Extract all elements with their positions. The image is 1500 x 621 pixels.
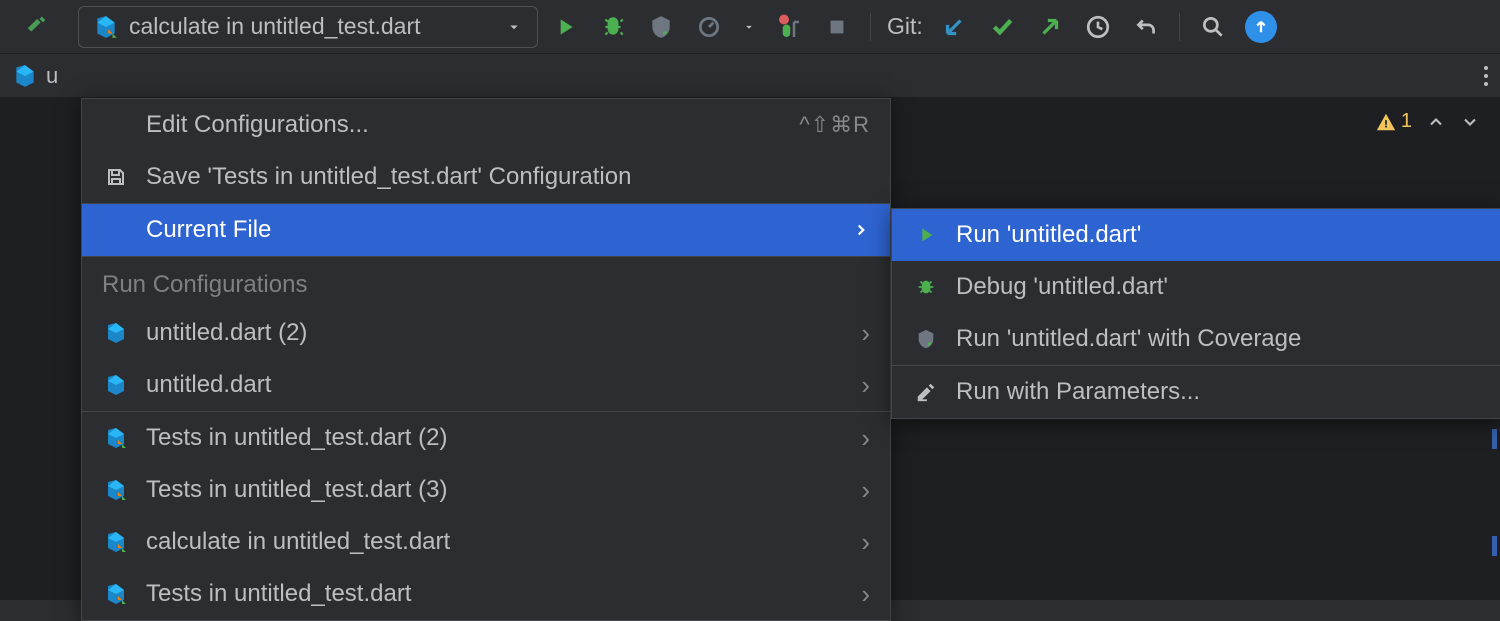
run-button[interactable] <box>544 6 586 48</box>
dart-icon <box>102 321 130 345</box>
editor-more-icon[interactable] <box>1484 66 1488 86</box>
dart-test-icon <box>102 426 130 450</box>
edit-icon <box>912 381 940 403</box>
menu-run-config-item[interactable]: Tests in untitled_test.dart (2) › <box>82 412 890 464</box>
stop-button[interactable] <box>816 6 858 48</box>
run-config-selector[interactable]: calculate in untitled_test.dart <box>78 6 538 48</box>
run-config-label: calculate in untitled_test.dart <box>129 13 421 40</box>
menu-run-config-item[interactable]: Tests in untitled_test.dart (3) › <box>82 464 890 516</box>
dart-file-icon <box>12 63 38 89</box>
rollback-button[interactable] <box>1125 6 1167 48</box>
menu-run-config-item[interactable]: calculate in untitled_test.dart › <box>82 516 890 568</box>
sync-button[interactable] <box>1240 6 1282 48</box>
chevron-right-icon: › <box>861 527 870 558</box>
submenu-run-params[interactable]: Run with Parameters... <box>892 366 1500 418</box>
menu-current-file[interactable]: Current File <box>82 204 890 256</box>
chevron-right-icon: › <box>861 370 870 401</box>
search-button[interactable] <box>1192 6 1234 48</box>
menu-run-config-item[interactable]: untitled.dart (2) › <box>82 307 890 359</box>
git-label: Git: <box>887 13 923 40</box>
more-run-options[interactable] <box>736 6 762 48</box>
dart-test-icon <box>102 478 130 502</box>
dart-test-icon <box>93 14 119 40</box>
chevron-right-icon <box>852 221 870 239</box>
profile-button[interactable] <box>688 6 730 48</box>
build-button[interactable] <box>15 6 57 48</box>
debug-button[interactable] <box>592 6 634 48</box>
separator <box>870 13 871 41</box>
submenu-debug[interactable]: Debug 'untitled.dart' <box>892 261 1500 313</box>
menu-edit-configurations[interactable]: Edit Configurations... ^⇧⌘R <box>82 99 890 151</box>
chevron-right-icon: › <box>861 475 870 506</box>
separator <box>1179 13 1180 41</box>
main-toolbar: calculate in untitled_test.dart Git: <box>0 0 1500 54</box>
chevron-right-icon: › <box>861 579 870 610</box>
dart-test-icon <box>102 530 130 554</box>
menu-section-header: Run Configurations <box>82 257 890 307</box>
vcs-update-button[interactable] <box>933 6 975 48</box>
history-button[interactable] <box>1077 6 1119 48</box>
warnings-badge[interactable]: 1 <box>1375 110 1412 133</box>
shortcut-label: ^⇧⌘R <box>799 112 870 138</box>
chevron-down-icon[interactable] <box>1460 112 1480 132</box>
save-icon <box>102 165 130 189</box>
coverage-icon <box>912 328 940 350</box>
vcs-commit-button[interactable] <box>981 6 1023 48</box>
coverage-button[interactable] <box>640 6 682 48</box>
dart-test-icon <box>102 582 130 606</box>
submenu-coverage[interactable]: Run 'untitled.dart' with Coverage <box>892 313 1500 365</box>
chevron-down-icon <box>505 18 523 36</box>
current-file-submenu: Run 'untitled.dart' Debug 'untitled.dart… <box>891 208 1500 419</box>
chevron-up-icon[interactable] <box>1426 112 1446 132</box>
debug-icon <box>912 276 940 298</box>
tab-filename[interactable]: u <box>46 63 58 89</box>
menu-run-config-item[interactable]: untitled.dart › <box>82 359 890 411</box>
chevron-right-icon: › <box>861 318 870 349</box>
attach-debugger-button[interactable] <box>768 6 810 48</box>
menu-run-config-item[interactable]: Tests in untitled_test.dart › <box>82 568 890 620</box>
chevron-right-icon: › <box>861 423 870 454</box>
editor-tab-bar: u <box>0 54 1500 98</box>
submenu-run[interactable]: Run 'untitled.dart' <box>892 209 1500 261</box>
run-config-dropdown: Edit Configurations... ^⇧⌘R Save 'Tests … <box>81 98 891 621</box>
vcs-push-button[interactable] <box>1029 6 1071 48</box>
menu-save-configuration[interactable]: Save 'Tests in untitled_test.dart' Confi… <box>82 151 890 203</box>
dart-icon <box>102 373 130 397</box>
run-icon <box>912 224 940 246</box>
